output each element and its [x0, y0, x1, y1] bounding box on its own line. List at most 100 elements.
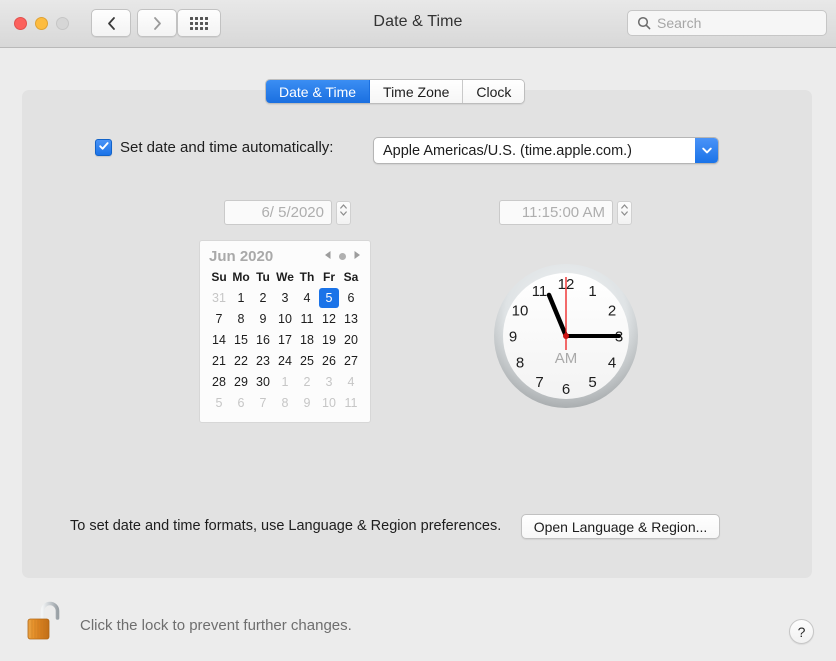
- time-server-value: Apple Americas/U.S. (time.apple.com.): [374, 143, 695, 159]
- calendar-day[interactable]: 12: [318, 309, 340, 329]
- calendar-day[interactable]: 11: [296, 309, 318, 329]
- calendar-grid: Su Mo Tu We Th Fr Sa 31 1 2 3 4 5 6 7 8 …: [208, 268, 362, 413]
- calendar-day[interactable]: 31: [208, 288, 230, 308]
- svg-text:6: 6: [562, 381, 570, 398]
- calendar-day[interactable]: 29: [230, 372, 252, 392]
- calendar-day[interactable]: 3: [318, 372, 340, 392]
- window-titlebar: Date & Time: [0, 0, 836, 48]
- calendar-day[interactable]: 10: [318, 393, 340, 413]
- time-field-group: 11:15:00 AM: [499, 200, 632, 225]
- triangle-right-icon[interactable]: [353, 247, 361, 265]
- search-field[interactable]: [627, 10, 827, 36]
- chevron-down-icon[interactable]: [695, 138, 718, 163]
- calendar-day[interactable]: 4: [340, 372, 362, 392]
- calendar-day[interactable]: 27: [340, 351, 362, 371]
- preference-tabs: Date & Time Time Zone Clock: [265, 79, 525, 104]
- calendar-day-selected[interactable]: 5: [319, 288, 339, 308]
- calendar-day[interactable]: 26: [318, 351, 340, 371]
- tab-time-zone[interactable]: Time Zone: [370, 80, 463, 103]
- weekday-header: Su: [208, 268, 230, 287]
- time-server-dropdown[interactable]: Apple Americas/U.S. (time.apple.com.): [373, 137, 719, 164]
- dot-icon[interactable]: [339, 253, 346, 260]
- calendar-day[interactable]: 10: [274, 309, 296, 329]
- clock-center-pivot: [563, 333, 569, 339]
- time-input[interactable]: 11:15:00 AM: [499, 200, 613, 225]
- calendar-day[interactable]: 15: [230, 330, 252, 350]
- lock-hint-text: Click the lock to prevent further change…: [80, 617, 352, 634]
- calendar-day[interactable]: 8: [274, 393, 296, 413]
- weekday-header: Mo: [230, 268, 252, 287]
- calendar-day[interactable]: 22: [230, 351, 252, 371]
- svg-text:8: 8: [516, 355, 524, 372]
- unlocked-padlock-icon[interactable]: [26, 600, 64, 651]
- question-mark-icon: ?: [798, 624, 806, 640]
- calendar-day[interactable]: 19: [318, 330, 340, 350]
- lock-row: Click the lock to prevent further change…: [26, 600, 352, 651]
- calendar-day[interactable]: 28: [208, 372, 230, 392]
- svg-text:11: 11: [532, 283, 548, 300]
- calendar-day[interactable]: 1: [274, 372, 296, 392]
- calendar-day[interactable]: 24: [274, 351, 296, 371]
- calendar-day[interactable]: 7: [252, 393, 274, 413]
- calendar-day[interactable]: 14: [208, 330, 230, 350]
- search-input[interactable]: [657, 15, 817, 31]
- open-language-region-button[interactable]: Open Language & Region...: [521, 514, 720, 539]
- time-stepper[interactable]: [617, 201, 632, 225]
- calendar-day[interactable]: 4: [296, 288, 318, 308]
- calendar-day[interactable]: 16: [252, 330, 274, 350]
- calendar-header: Jun 2020: [208, 247, 362, 265]
- weekday-header: Sa: [340, 268, 362, 287]
- set-automatically-row[interactable]: Set date and time automatically:: [95, 139, 333, 156]
- svg-text:1: 1: [588, 283, 596, 300]
- calendar-day[interactable]: 23: [252, 351, 274, 371]
- calendar-day[interactable]: 1: [230, 288, 252, 308]
- clock-meridiem-label: AM: [555, 350, 578, 367]
- calendar-day[interactable]: 2: [252, 288, 274, 308]
- weekday-header: Tu: [252, 268, 274, 287]
- stepper-up-down-icon: [339, 202, 348, 223]
- calendar-day[interactable]: 7: [208, 309, 230, 329]
- weekday-header: Th: [296, 268, 318, 287]
- help-button[interactable]: ?: [789, 619, 814, 644]
- calendar-day[interactable]: 8: [230, 309, 252, 329]
- svg-text:4: 4: [608, 355, 616, 372]
- svg-text:5: 5: [588, 374, 596, 391]
- calendar-day[interactable]: 9: [252, 309, 274, 329]
- calendar-day[interactable]: 13: [340, 309, 362, 329]
- search-icon: [637, 16, 651, 30]
- tab-clock[interactable]: Clock: [463, 80, 524, 103]
- calendar-day[interactable]: 21: [208, 351, 230, 371]
- format-hint-text: To set date and time formats, use Langua…: [70, 518, 501, 534]
- calendar-nav: [324, 247, 361, 265]
- calendar-day[interactable]: 5: [208, 393, 230, 413]
- weekday-header: We: [274, 268, 296, 287]
- calendar-day[interactable]: 9: [296, 393, 318, 413]
- date-field-group: 6/ 5/2020: [224, 200, 351, 225]
- date-stepper[interactable]: [336, 201, 351, 225]
- svg-text:2: 2: [608, 303, 616, 320]
- calendar-month-label: Jun 2020: [209, 248, 273, 265]
- calendar-day[interactable]: 18: [296, 330, 318, 350]
- tab-date-and-time[interactable]: Date & Time: [266, 80, 370, 103]
- calendar-day[interactable]: 6: [230, 393, 252, 413]
- date-input[interactable]: 6/ 5/2020: [224, 200, 332, 225]
- calendar-day[interactable]: 2: [296, 372, 318, 392]
- calendar-day[interactable]: 25: [296, 351, 318, 371]
- calendar-day[interactable]: 6: [340, 288, 362, 308]
- triangle-left-icon[interactable]: [324, 247, 332, 265]
- stepper-up-down-icon: [620, 202, 629, 223]
- svg-text:9: 9: [509, 329, 517, 346]
- svg-text:7: 7: [535, 374, 543, 391]
- calendar-widget[interactable]: Jun 2020 Su Mo Tu We Th Fr Sa 31 1 2 3 4…: [199, 240, 371, 423]
- weekday-header: Fr: [318, 268, 340, 287]
- calendar-day[interactable]: 11: [340, 393, 362, 413]
- calendar-day[interactable]: 20: [340, 330, 362, 350]
- calendar-day[interactable]: 3: [274, 288, 296, 308]
- checkmark-icon: [98, 139, 110, 157]
- calendar-day[interactable]: 30: [252, 372, 274, 392]
- analog-clock: 12 1 2 3 4 5 6 7 8 9 10 11 AM: [492, 262, 640, 410]
- calendar-day[interactable]: 17: [274, 330, 296, 350]
- svg-text:10: 10: [512, 303, 529, 320]
- set-automatically-checkbox[interactable]: [95, 139, 112, 156]
- set-automatically-label: Set date and time automatically:: [120, 139, 333, 156]
